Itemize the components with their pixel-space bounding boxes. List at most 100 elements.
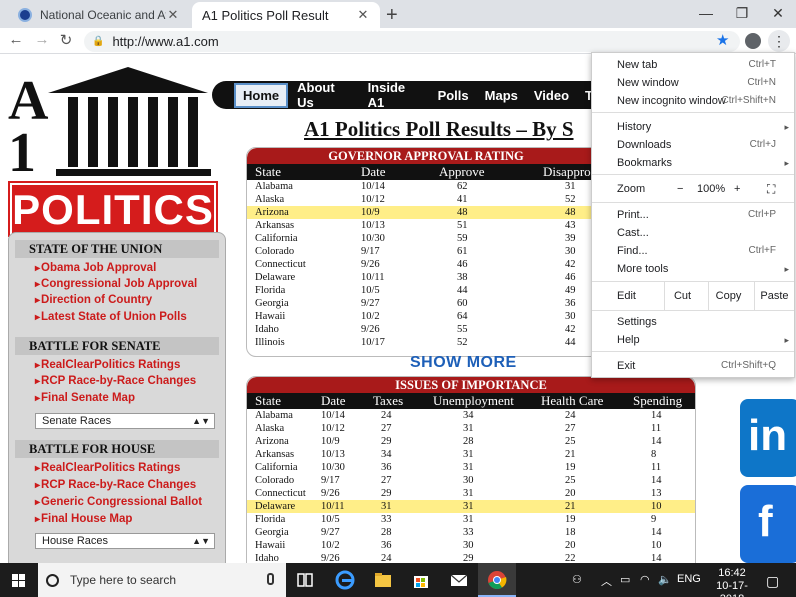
menu-item-new-incognito[interactable]: New incognito window Ctrl+Shift+N [592,92,794,110]
table-row: Florida 10/5 44 49 [247,284,605,297]
file-explorer-icon[interactable] [372,569,394,591]
menu-item-help[interactable]: Help ▸ [592,331,794,349]
nav-inside-a1[interactable]: Inside A1 [361,77,429,113]
sidebar-link-congressional-job-approval[interactable]: Congressional Job Approval [35,278,197,290]
table-cell: 30 [565,311,576,322]
menu-item-downloads[interactable]: Downloads Ctrl+J [592,136,794,154]
search-placeholder: Type here to search [70,573,177,587]
battery-icon[interactable]: ▭ [620,573,630,586]
menu-item-settings[interactable]: Settings [592,313,794,331]
table-cell: 27 [381,475,392,486]
zoom-in-button[interactable]: + [734,180,740,198]
sidebar-link-rcp-ratings-house[interactable]: RealClearPolitics Ratings [35,462,180,474]
mail-icon[interactable] [448,569,470,591]
address-bar[interactable]: 🔒 http://www.a1.com [84,31,740,52]
taskbar-clock[interactable]: 16:42 10-17-2018 [706,567,758,597]
table-cell: 11 [651,462,662,473]
chrome-menu-icon[interactable]: ⋮ [768,30,790,52]
house-races-select[interactable]: House Races ▲▼ [35,533,215,549]
facebook-icon[interactable]: f [740,485,796,563]
table-row: Arizona 10/9 29 28 25 14 [247,435,695,448]
task-view-icon[interactable] [294,569,316,591]
taskbar-search-input[interactable]: Type here to search [38,563,286,597]
table-cell: Colorado [255,246,295,257]
table-cell: 10/12 [321,423,345,434]
menu-item-history[interactable]: History ▸ [592,118,794,136]
cortana-icon [46,573,59,587]
bookmark-star-icon[interactable]: ★ [716,31,729,49]
menu-item-cast[interactable]: Cast... [592,224,794,242]
menu-item-new-tab[interactable]: New tab Ctrl+T [592,56,794,74]
sidebar-link-final-house-map[interactable]: Final House Map [35,513,132,525]
paste-button[interactable]: Paste [754,282,794,310]
a1-politics-logo[interactable]: A 1 POLITICS [8,65,218,237]
menu-item-new-window[interactable]: New window Ctrl+N [592,74,794,92]
table-cell: 20 [565,540,576,551]
table-cell: Alabama [255,410,293,421]
nav-home[interactable]: Home [234,82,289,108]
sidebar-link-obama-job-approval[interactable]: Obama Job Approval [35,262,156,274]
minimize-button[interactable]: — [688,2,724,24]
menu-item-bookmarks[interactable]: Bookmarks ▸ [592,154,794,172]
restore-button[interactable]: ❐ [724,2,760,24]
table-cell: 24 [565,410,576,421]
table-cell: 48 [565,207,576,218]
table-cell: 24 [381,553,392,563]
table-row: Idaho 9/26 24 29 22 14 [247,552,695,563]
table-cell: 9/17 [321,475,340,486]
senate-races-select[interactable]: Senate Races ▲▼ [35,413,215,429]
linkedin-icon[interactable]: in [740,399,796,477]
sidebar-link-final-senate-map[interactable]: Final Senate Map [35,392,135,404]
menu-item-exit[interactable]: Exit Ctrl+Shift+Q [592,357,794,375]
volume-icon[interactable]: 🔈 [658,573,672,586]
language-indicator[interactable]: ENG [677,573,701,585]
table-cell: 10 [651,501,662,512]
table-cell: 31 [381,501,392,512]
chrome-icon [488,571,507,590]
chevron-up-icon[interactable]: ︿ [601,573,612,589]
close-icon[interactable]: ✕ [356,7,370,23]
table-cell: 52 [457,337,468,348]
notifications-icon[interactable]: ▢ [766,573,779,590]
close-icon[interactable]: ✕ [166,7,180,23]
sidebar-link-race-by-race-house[interactable]: RCP Race-by-Race Changes [35,479,196,491]
copy-button[interactable]: Copy [708,282,748,310]
spinner-icon: ▲▼ [192,416,210,426]
store-icon[interactable] [410,569,432,591]
sidebar-link-rcp-ratings[interactable]: RealClearPolitics Ratings [35,359,180,371]
edge-icon[interactable] [334,569,356,591]
sidebar-link-race-by-race[interactable]: RCP Race-by-Race Changes [35,375,196,387]
nav-video[interactable]: Video [527,85,576,106]
wifi-icon[interactable]: ◠ [640,573,650,586]
nav-maps[interactable]: Maps [478,85,525,106]
table-cell: Arizona [255,436,289,447]
menu-item-more-tools[interactable]: More tools ▸ [592,260,794,278]
tab-a1-politics[interactable]: A1 Politics Poll Result ✕ [192,2,380,28]
reload-icon[interactable]: ↻ [56,31,76,49]
sidebar-link-latest-state-of-union[interactable]: Latest State of Union Polls [35,311,187,323]
microphone-icon[interactable] [267,573,274,585]
close-window-button[interactable]: ✕ [760,2,796,24]
tab-noaa[interactable]: National Oceanic and Atmospheric ✕ [8,2,190,28]
new-tab-button[interactable]: + [386,4,398,27]
account-icon[interactable] [745,33,761,49]
cut-button[interactable]: Cut [664,282,700,310]
people-icon[interactable]: ⚇ [572,573,582,586]
table-cell: 9/17 [361,246,380,257]
show-more-link[interactable]: SHOW MORE [410,354,517,372]
windows-start-icon[interactable] [0,563,38,597]
back-icon[interactable]: ← [6,31,26,48]
table-cell: 31 [463,488,474,499]
nav-about-us[interactable]: About Us [290,77,358,113]
fullscreen-icon[interactable]: ⛶ [767,180,775,198]
chrome-taskbar-button[interactable] [478,563,516,597]
zoom-out-button[interactable]: − [677,180,683,198]
sidebar-link-direction-of-country[interactable]: Direction of Country [35,294,152,306]
table-cell: 22 [565,553,576,563]
menu-item-find[interactable]: Find... Ctrl+F [592,242,794,260]
forward-icon[interactable]: → [32,31,52,48]
sidebar-link-generic-ballot[interactable]: Generic Congressional Ballot [35,496,202,508]
table-body: Alabama 10/14 62 31 Alaska 10/12 41 52 Arizona 10… [247,180,605,349]
menu-item-print[interactable]: Print... Ctrl+P [592,206,794,224]
nav-polls[interactable]: Polls [431,85,476,106]
